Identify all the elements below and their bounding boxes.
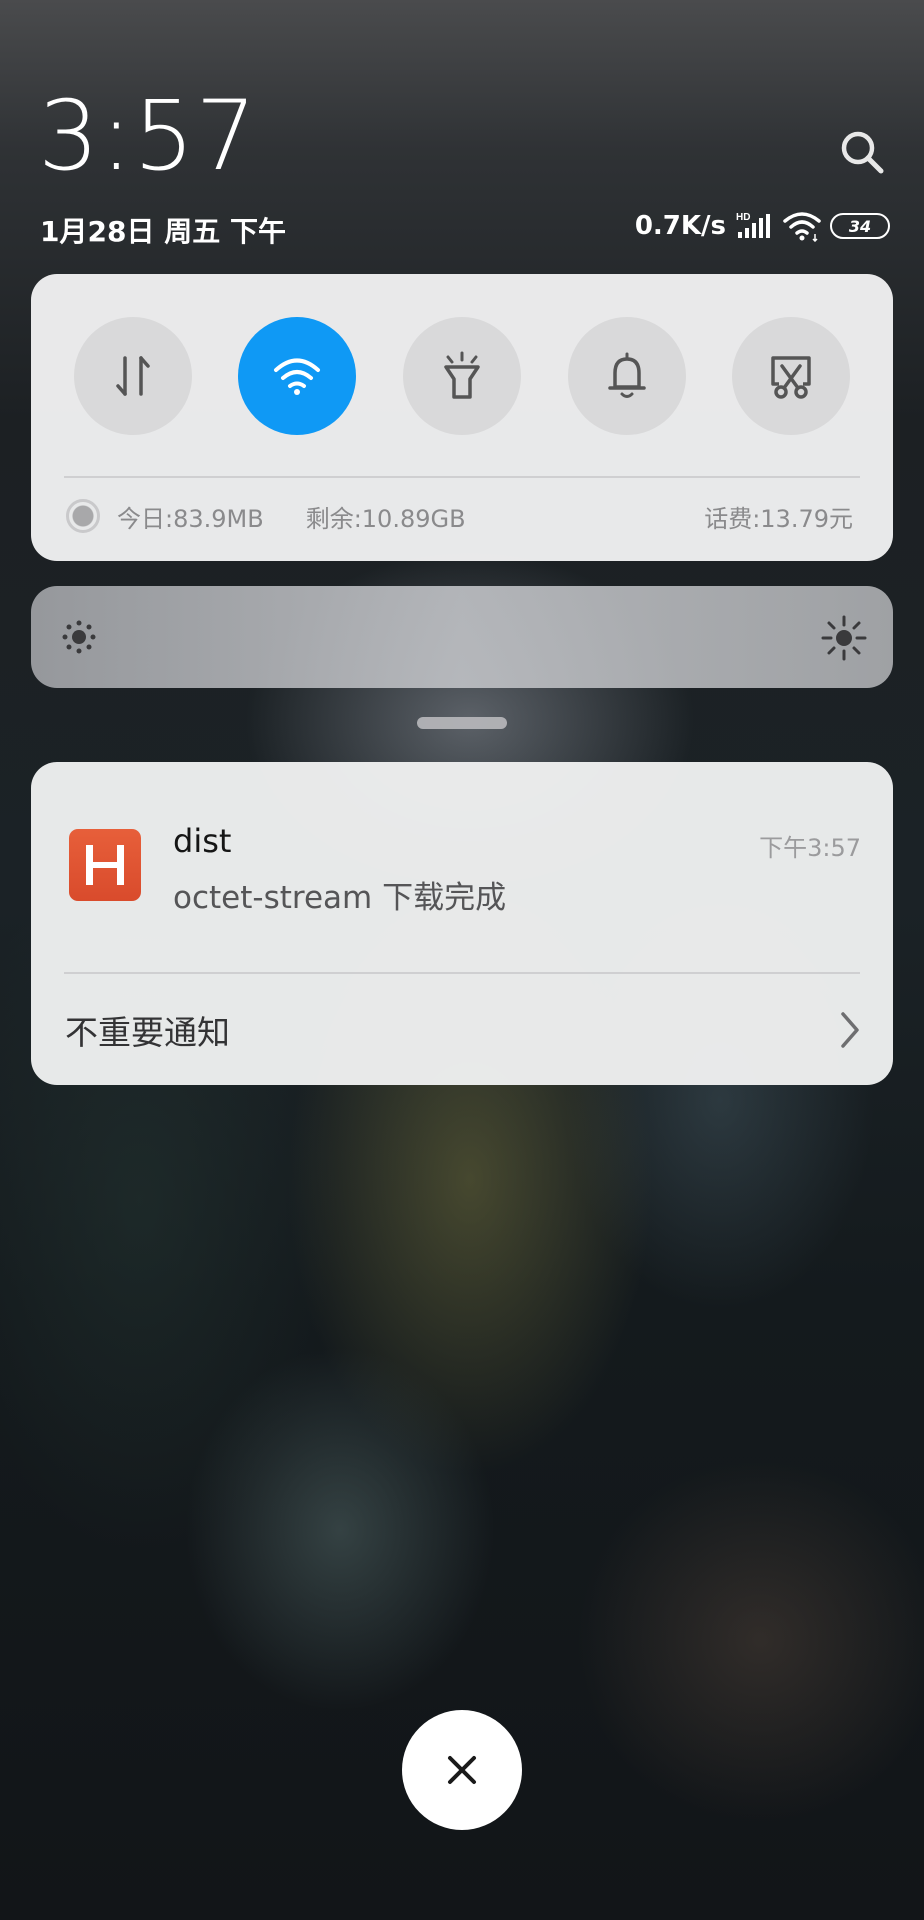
notification-time: 下午3:57	[759, 834, 861, 862]
notification-app-name: dist	[173, 822, 232, 860]
unimportant-notifications-row[interactable]: 不重要通知	[31, 974, 893, 1085]
screenshot-toggle[interactable]	[732, 317, 850, 435]
flashlight-icon	[444, 351, 480, 399]
notification-body: octet-stream 下载完成	[173, 880, 507, 916]
close-icon	[448, 1756, 476, 1784]
quick-settings-panel: 今日:83.9MB 剩余:10.89GB 话费:13.79元	[31, 274, 893, 561]
brightness-low-icon	[62, 620, 96, 654]
wifi-status-icon	[783, 212, 821, 242]
search-button[interactable]	[838, 128, 886, 176]
status-bar-right: 0.7K/s HD 34	[635, 210, 890, 242]
data-today: 今日:83.9MB	[117, 504, 264, 533]
quick-settings-divider	[64, 476, 860, 478]
data-usage-row[interactable]: 今日:83.9MB 剩余:10.89GB 话费:13.79元	[66, 496, 853, 536]
wifi-icon	[274, 358, 320, 395]
data-remaining: 剩余:10.89GB	[305, 504, 466, 533]
brightness-high-icon	[821, 615, 867, 661]
network-speed: 0.7K/s	[634, 211, 726, 241]
app-icon	[69, 829, 141, 901]
battery-level: 34	[848, 216, 872, 236]
phone-balance: 话费:13.79元	[704, 504, 853, 533]
search-icon	[841, 131, 884, 174]
screenshot-scissors-icon	[771, 356, 811, 399]
notification-card[interactable]: dist 下午3:57 octet-stream 下载完成 不重要通知	[31, 762, 893, 1085]
unimportant-notifications-label: 不重要通知	[65, 1012, 230, 1052]
cellular-signal-icon: HD	[736, 212, 770, 238]
hd-badge: HD	[736, 212, 750, 223]
chevron-right-icon	[841, 1012, 859, 1048]
battery-indicator: 34	[830, 213, 890, 239]
sound-toggle[interactable]	[568, 317, 686, 435]
flashlight-toggle[interactable]	[403, 317, 521, 435]
wifi-toggle[interactable]	[238, 317, 356, 435]
brightness-slider[interactable]	[31, 586, 893, 688]
data-transfer-icon	[116, 356, 150, 396]
clear-all-button[interactable]	[402, 1710, 522, 1830]
date-label: 1月28日 周五 下午	[40, 215, 286, 248]
h-logo-icon	[86, 845, 124, 885]
drag-handle[interactable]	[417, 717, 507, 729]
clock-time: 3:57	[38, 80, 258, 192]
mobile-data-toggle[interactable]	[74, 317, 192, 435]
bell-icon	[608, 352, 646, 398]
data-usage-ring-icon	[66, 499, 100, 533]
